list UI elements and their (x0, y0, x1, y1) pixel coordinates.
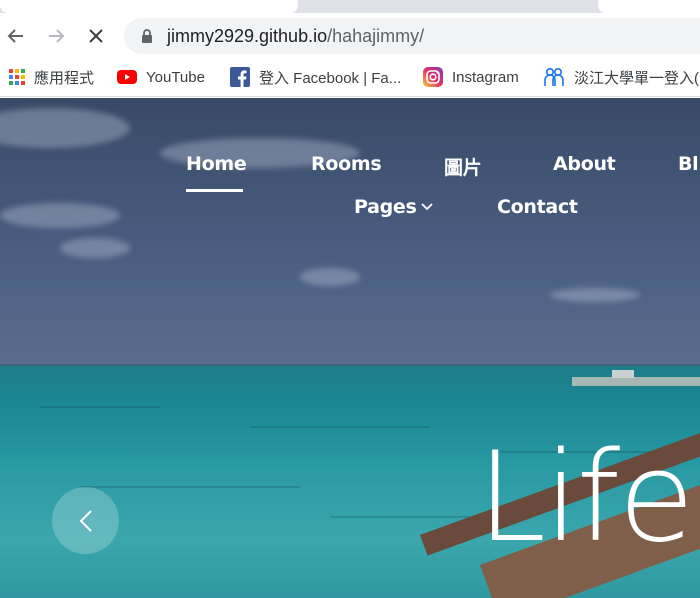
forward-button[interactable] (43, 23, 69, 49)
chevron-left-icon (79, 509, 92, 532)
instagram-icon (423, 67, 443, 87)
nav-active-underline (186, 189, 243, 192)
wave (80, 486, 300, 488)
facebook-icon (230, 67, 250, 87)
tku-icon (544, 67, 564, 86)
forward-arrow-icon (49, 29, 65, 43)
nav-home[interactable]: Home (186, 153, 247, 175)
wave (330, 516, 470, 518)
lock-icon (142, 29, 152, 43)
hero-sky-background (0, 98, 700, 366)
url-text: jimmy2929.github.io/hahajimmy/ (167, 26, 424, 46)
bookmark-label: 淡江大學單一登入( (574, 69, 699, 87)
wave (40, 406, 160, 408)
stop-loading-button[interactable] (83, 23, 109, 49)
back-arrow-icon (7, 29, 23, 43)
youtube-icon (117, 70, 137, 84)
bookmarks-bar: 應用程式 YouTube 登入 Facebook | Fa... Instagr… (0, 59, 700, 97)
nav-about[interactable]: About (553, 153, 616, 175)
tab-strip (0, 0, 700, 13)
bookmark-instagram[interactable]: Instagram (423, 66, 519, 88)
active-tab[interactable] (0, 0, 298, 13)
nav-rooms[interactable]: Rooms (311, 153, 382, 175)
cloud (300, 268, 360, 286)
bookmark-label: 登入 Facebook | Fa... (259, 69, 402, 87)
bookmark-label: YouTube (146, 68, 205, 86)
nav-pages-label: Pages (354, 196, 417, 218)
pier (572, 377, 700, 386)
bookmark-apps[interactable]: 應用程式 (9, 66, 94, 88)
cloud (550, 288, 640, 302)
inactive-tab[interactable] (598, 0, 700, 13)
address-bar[interactable]: jimmy2929.github.io/hahajimmy/ (124, 18, 700, 54)
pier-cabin (612, 370, 634, 378)
nav-blog[interactable]: Bl (678, 153, 699, 175)
nav-pages-dropdown[interactable]: Pages (354, 196, 433, 218)
cloud (0, 203, 120, 228)
chevron-down-icon (420, 203, 433, 211)
bookmark-label: 應用程式 (34, 69, 95, 87)
bookmark-tku-login[interactable]: 淡江大學單一登入( (543, 66, 699, 88)
browser-toolbar: jimmy2929.github.io/hahajimmy/ (0, 13, 700, 59)
apps-grid-icon (9, 69, 25, 85)
bookmark-facebook[interactable]: 登入 Facebook | Fa... (230, 66, 401, 88)
url-host: jimmy2929.github.io (167, 26, 328, 46)
carousel-prev-button[interactable] (52, 487, 119, 554)
cloud (0, 108, 130, 148)
hero-title: Life (477, 426, 694, 570)
bookmark-youtube[interactable]: YouTube (117, 66, 205, 88)
back-button[interactable] (3, 23, 29, 49)
nav-pictures[interactable]: 圖片 (444, 153, 482, 180)
url-path: /hahajimmy/ (327, 26, 425, 46)
cloud (60, 238, 130, 258)
bookmark-label: Instagram (452, 68, 519, 86)
nav-contact[interactable]: Contact (497, 196, 578, 218)
close-icon (89, 29, 103, 43)
wave (250, 426, 430, 428)
